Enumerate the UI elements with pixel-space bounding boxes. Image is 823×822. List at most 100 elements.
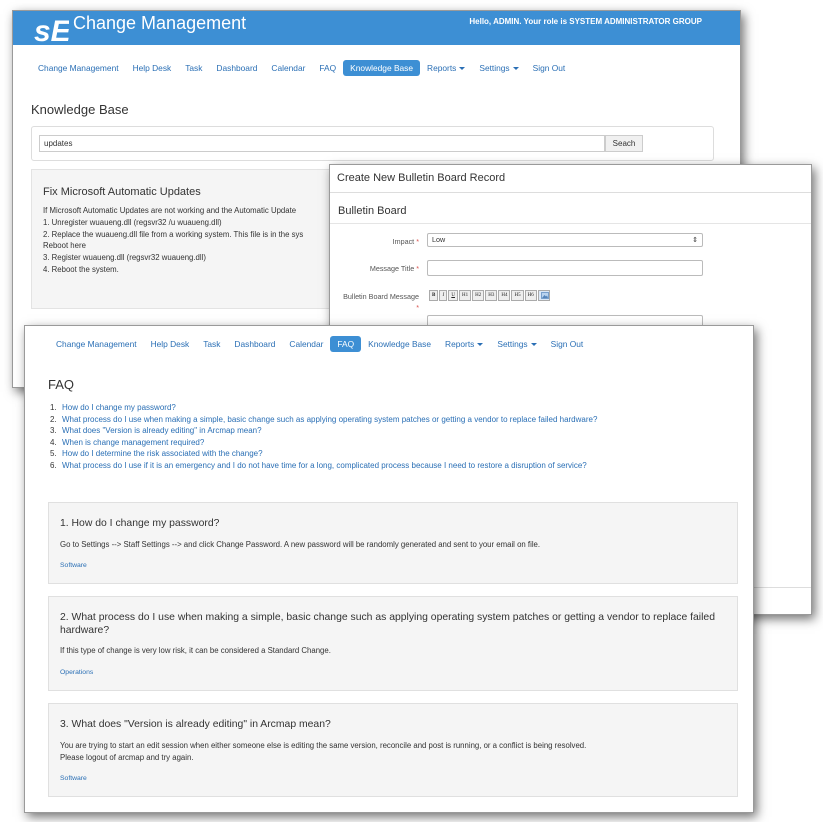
page-title: FAQ — [48, 377, 75, 392]
faq-card-category-link[interactable]: Operations — [60, 669, 93, 676]
faq-link[interactable]: When is change management required? — [62, 438, 204, 447]
article-line: Reboot here — [43, 241, 86, 251]
h3-button[interactable]: H3 — [485, 290, 498, 301]
list-number: 5. — [50, 449, 57, 459]
faq-card: 3. What does "Version is already editing… — [48, 703, 738, 797]
search-input[interactable] — [39, 135, 605, 152]
nav-faq[interactable]: FAQ — [312, 60, 343, 76]
nav-reports[interactable]: Reports — [438, 336, 490, 352]
select-arrow-icon: ⇕ — [692, 237, 698, 244]
nav-task[interactable]: Task — [196, 336, 227, 352]
nav-reports-label: Reports — [445, 339, 475, 349]
faq-question-list: 1. How do I change my password? 2. What pr… — [50, 402, 597, 472]
nav-help-desk[interactable]: Help Desk — [126, 60, 179, 76]
nav-help-desk[interactable]: Help Desk — [144, 336, 197, 352]
impact-label-text: Impact — [392, 237, 415, 246]
divider — [330, 192, 811, 193]
list-item: 5. How do I determine the risk associated… — [50, 448, 597, 460]
nav-sign-out[interactable]: Sign Out — [526, 60, 573, 76]
message-title-label-text: Message Title — [369, 264, 415, 273]
faq-card-answer: Please logout of arcmap and try again. — [60, 753, 194, 762]
main-nav: Change Management Help Desk Task Dashboa… — [49, 336, 590, 352]
nav-task[interactable]: Task — [178, 60, 209, 76]
list-number: 2. — [50, 414, 57, 424]
nav-dashboard[interactable]: Dashboard — [209, 60, 264, 76]
se-logo-icon[interactable]: sE — [33, 13, 69, 45]
impact-select[interactable]: Low ⇕ — [427, 233, 703, 247]
list-item: 2. What process do I use when making a si… — [50, 414, 597, 426]
user-greeting: Hello, ADMIN. Your role is SYSTEM ADMINI… — [469, 17, 702, 26]
nav-knowledge-base[interactable]: Knowledge Base — [361, 336, 438, 352]
faq-card-question: 2. What process do I use when making a s… — [60, 612, 715, 636]
nav-calendar[interactable]: Calendar — [264, 60, 312, 76]
article-line: 1. Unregister wuaueng.dll (regsvr32 /u w… — [43, 217, 222, 227]
article-body: If Microsoft Automatic Updates are not w… — [43, 205, 363, 276]
faq-card-answer: You are trying to start an edit session … — [60, 741, 587, 750]
nav-settings-label: Settings — [497, 339, 528, 349]
list-item: 4. When is change management required? — [50, 437, 597, 449]
nav-calendar[interactable]: Calendar — [282, 336, 330, 352]
message-label: Bulletin Board Message — [343, 292, 419, 301]
list-item: 1. How do I change my password? — [50, 402, 597, 414]
underline-button[interactable]: U — [448, 290, 458, 301]
nav-reports[interactable]: Reports — [420, 60, 472, 76]
message-title-label: Message Title * — [370, 264, 419, 273]
faq-link[interactable]: What process do I use when making a simp… — [62, 415, 597, 424]
faq-card-question: 1. How do I change my password? — [60, 518, 220, 529]
list-number: 6. — [50, 460, 57, 470]
faq-link[interactable]: How do I change my password? — [62, 403, 176, 412]
nav-settings-label: Settings — [479, 63, 510, 73]
list-item: 6. What process do I use if it is an emer… — [50, 460, 597, 472]
editor-toolbar: B I U H1 H2 H3 H4 H5 H6 — [429, 290, 550, 301]
faq-link[interactable]: How do I determine the risk associated w… — [62, 449, 263, 458]
h5-button[interactable]: H5 — [511, 290, 524, 301]
bold-button[interactable]: B — [429, 290, 439, 301]
caret-down-icon — [530, 343, 537, 347]
app-header: sE Change Management Hello, ADMIN. Your … — [13, 11, 740, 45]
faq-link[interactable]: What does "Version is already editing" i… — [62, 426, 262, 435]
list-number: 4. — [50, 437, 57, 447]
faq-card: 2. What process do I use when making a s… — [48, 596, 738, 691]
divider — [330, 223, 811, 224]
search-button[interactable]: Seach — [605, 135, 643, 152]
nav-faq[interactable]: FAQ — [330, 336, 362, 352]
required-marker: * — [416, 237, 419, 246]
nav-change-management[interactable]: Change Management — [49, 336, 144, 352]
impact-label: Impact * — [393, 237, 419, 246]
article-title: Fix Microsoft Automatic Updates — [43, 186, 201, 198]
nav-knowledge-base[interactable]: Knowledge Base — [343, 60, 421, 76]
caret-down-icon — [459, 67, 466, 71]
h6-button[interactable]: H6 — [524, 290, 537, 301]
app-title: Change Management — [73, 13, 247, 33]
article-line: 2. Replace the wuaueng.dll file from a w… — [43, 229, 304, 239]
nav-settings[interactable]: Settings — [490, 336, 543, 352]
h1-button[interactable]: H1 — [458, 290, 472, 301]
list-number: 1. — [50, 403, 57, 412]
article-line: 4. Reboot the system. — [43, 264, 119, 274]
faq-card-category-link[interactable]: Software — [60, 775, 87, 782]
dialog-title: Create New Bulletin Board Record — [337, 172, 506, 184]
faq-card: 1. How do I change my password? Go to Se… — [48, 502, 738, 584]
message-title-input[interactable] — [427, 260, 703, 276]
required-marker: * — [416, 303, 419, 312]
nav-sign-out[interactable]: Sign Out — [544, 336, 591, 352]
svg-text:sE: sE — [34, 15, 69, 45]
article-line: 3. Register wuaueng.dll (regsvr32 wuauen… — [43, 253, 206, 263]
caret-down-icon — [512, 67, 519, 71]
image-icon[interactable] — [537, 290, 550, 301]
faq-link[interactable]: What process do I use if it is an emerge… — [62, 461, 587, 470]
page-title: Knowledge Base — [31, 102, 129, 117]
faq-card-category-link[interactable]: Software — [60, 562, 87, 569]
nav-change-management[interactable]: Change Management — [31, 60, 126, 76]
italic-button[interactable]: I — [439, 290, 448, 301]
nav-settings[interactable]: Settings — [472, 60, 525, 76]
nav-dashboard[interactable]: Dashboard — [227, 336, 282, 352]
faq-card-question: 3. What does "Version is already editing… — [60, 719, 331, 730]
h4-button[interactable]: H4 — [498, 290, 511, 301]
section-title: Bulletin Board — [338, 205, 407, 217]
list-item: 3. What does "Version is already editing"… — [50, 425, 597, 437]
caret-down-icon — [477, 343, 484, 347]
h2-button[interactable]: H2 — [472, 290, 485, 301]
search-panel: Seach — [31, 126, 714, 161]
faq-card-answer: Go to Settings --> Staff Settings --> an… — [60, 540, 541, 549]
